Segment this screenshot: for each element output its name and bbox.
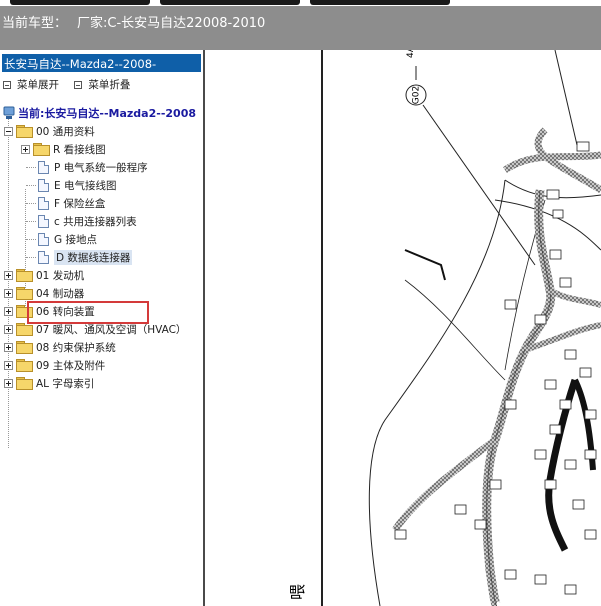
document-icon bbox=[38, 178, 49, 192]
top-tab[interactable] bbox=[160, 0, 300, 5]
expand-menu-button[interactable]: 菜单展开 bbox=[3, 77, 59, 92]
tree-node-label: P 电气系统一般程序 bbox=[54, 161, 148, 174]
connector-id-label: G02 bbox=[412, 86, 422, 104]
expand-toggle-icon[interactable] bbox=[4, 306, 13, 316]
tree-node-label: 04 制动器 bbox=[36, 287, 85, 300]
current-vehicle-value: 厂家:C-长安马自达22008-2010 bbox=[77, 16, 266, 31]
wiring-diagram: G02 4A 喂 bbox=[288, 50, 601, 606]
current-vehicle-label: 当前车型： bbox=[2, 16, 68, 31]
tree-node-alpha-index[interactable]: AL 字母索引 bbox=[4, 374, 94, 392]
tree-branch bbox=[26, 256, 36, 258]
navigation-panel: 长安马自达--Mazda2--2008- 菜单展开 菜单折叠 当前:长安马自达-… bbox=[0, 50, 205, 606]
harness-trunk bbox=[482, 189, 556, 606]
tree-branch bbox=[26, 166, 36, 168]
expand-toggle-icon[interactable] bbox=[21, 144, 30, 154]
connector-group bbox=[394, 141, 597, 595]
callout-leader-line bbox=[422, 104, 536, 266]
tree-node-e[interactable]: E 电气接线图 bbox=[26, 176, 116, 194]
tree-node-label: AL 字母索引 bbox=[36, 377, 95, 390]
side-text: 喂 bbox=[288, 584, 307, 600]
vehicle-header: 当前车型： 厂家:C-长安马自达22008-2010 bbox=[0, 6, 601, 50]
computer-icon bbox=[3, 106, 15, 119]
document-icon bbox=[38, 196, 49, 210]
tree-node-label: E 电气接线图 bbox=[54, 179, 117, 192]
document-icon bbox=[38, 214, 49, 228]
tree-branch bbox=[26, 220, 36, 222]
tree-node-f[interactable]: F 保险丝盒 bbox=[26, 194, 105, 212]
collapse-box-icon bbox=[3, 80, 11, 89]
body-outline bbox=[494, 199, 601, 251]
folder-icon bbox=[16, 287, 33, 300]
tree-toolbar: 菜单展开 菜单折叠 bbox=[3, 77, 142, 92]
tree-node-label: 00 通用资料 bbox=[36, 125, 95, 138]
tree-node-brakes[interactable]: 04 制动器 bbox=[4, 284, 84, 302]
expand-toggle-icon[interactable] bbox=[4, 270, 13, 280]
tree-node-label: G 接地点 bbox=[54, 233, 97, 246]
tree-node-general[interactable]: 00 通用资料 bbox=[4, 122, 95, 140]
expand-toggle-icon[interactable] bbox=[4, 288, 13, 298]
tree-branch bbox=[26, 202, 36, 204]
collapse-menu-button[interactable]: 菜单折叠 bbox=[74, 77, 130, 92]
tree-node-label: R 看接线图 bbox=[53, 143, 106, 156]
panel-title: 长安马自达--Mazda2--2008- bbox=[2, 54, 201, 72]
collapse-toggle-icon[interactable] bbox=[4, 126, 13, 136]
expand-menu-label: 菜单展开 bbox=[17, 79, 59, 91]
selection-highlight-box bbox=[27, 301, 149, 324]
harness-branch bbox=[548, 287, 601, 308]
callout-leader-line bbox=[554, 50, 578, 146]
document-icon bbox=[38, 250, 49, 264]
wiring-diagram-viewer: G02 4A 喂 bbox=[205, 50, 601, 606]
collapse-menu-label: 菜单折叠 bbox=[88, 79, 131, 91]
tree-node-g[interactable]: G 接地点 bbox=[26, 230, 97, 248]
expand-toggle-icon[interactable] bbox=[4, 378, 13, 388]
tree-node-restraints[interactable]: 08 约束保护系统 bbox=[4, 338, 116, 356]
wire-lead bbox=[404, 249, 446, 281]
tree-node-label: F 保险丝盒 bbox=[54, 197, 106, 210]
arrow-label: 4A bbox=[406, 50, 416, 58]
tree-node-label: 01 发动机 bbox=[36, 269, 85, 282]
harness-branch bbox=[392, 437, 498, 532]
expand-toggle-icon[interactable] bbox=[4, 324, 13, 334]
document-icon bbox=[38, 160, 49, 174]
tree-node-c[interactable]: c 共用连接器列表 bbox=[26, 212, 137, 230]
folder-icon bbox=[16, 377, 33, 390]
tree-root[interactable]: 当前:长安马自达--Mazda2--2008 bbox=[3, 104, 196, 122]
top-tab[interactable] bbox=[10, 0, 150, 5]
expand-toggle-icon[interactable] bbox=[4, 360, 13, 370]
tree-node-label: D 数据线连接器 bbox=[54, 249, 133, 265]
tree-node-label: 08 约束保护系统 bbox=[36, 341, 116, 354]
tree-node-label: 09 主体及附件 bbox=[36, 359, 106, 372]
tree-node-engine[interactable]: 01 发动机 bbox=[4, 266, 84, 284]
folder-icon bbox=[16, 359, 33, 372]
body-outline bbox=[404, 279, 506, 381]
folder-icon bbox=[16, 323, 33, 336]
tree-node-p[interactable]: P 电气系统一般程序 bbox=[26, 158, 148, 176]
top-tab[interactable] bbox=[310, 0, 450, 5]
collapse-box-icon bbox=[74, 80, 83, 89]
tree-node-d-selected[interactable]: D 数据线连接器 bbox=[26, 248, 133, 266]
tree-node-r[interactable]: R 看接线图 bbox=[21, 140, 106, 158]
document-icon bbox=[38, 232, 49, 246]
tree-root-label: 当前:长安马自达--Mazda2--2008 bbox=[18, 107, 196, 120]
folder-icon bbox=[16, 341, 33, 354]
expand-toggle-icon[interactable] bbox=[4, 342, 13, 352]
folder-icon bbox=[16, 269, 33, 282]
folder-icon bbox=[33, 143, 50, 156]
tree-branch bbox=[26, 238, 36, 240]
tree-node-body[interactable]: 09 主体及附件 bbox=[4, 356, 105, 374]
tree-node-label: c 共用连接器列表 bbox=[54, 215, 137, 228]
folder-icon bbox=[16, 125, 33, 138]
tree-branch bbox=[26, 184, 36, 186]
